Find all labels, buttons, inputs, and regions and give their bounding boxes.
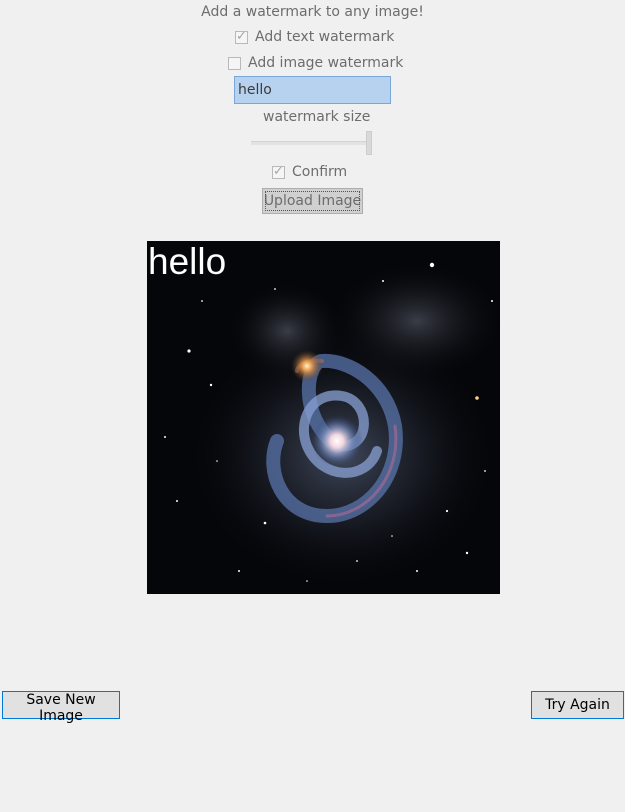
checkmark-icon: ✓: [273, 163, 284, 179]
upload-image-button[interactable]: Upload Image: [262, 188, 363, 214]
watermark-size-slider-track[interactable]: [251, 141, 371, 145]
try-again-button[interactable]: Try Again: [531, 691, 624, 719]
confirm-checkbox[interactable]: ✓: [272, 163, 285, 179]
image-watermark-checkbox[interactable]: [228, 56, 241, 70]
image-watermark-option[interactable]: Add image watermark: [228, 55, 403, 71]
watermark-size-label: watermark size: [263, 109, 371, 125]
confirm-label: Confirm: [292, 164, 348, 180]
checkmark-icon: ✓: [236, 28, 247, 44]
confirm-option[interactable]: ✓ Confirm: [272, 164, 347, 180]
text-watermark-label: Add text watermark: [255, 29, 395, 45]
image-preview: hello: [147, 241, 500, 594]
galaxy-image: [147, 241, 500, 594]
text-watermark-checkbox[interactable]: ✓: [235, 28, 248, 44]
watermark-size-slider-thumb[interactable]: [366, 131, 372, 155]
text-watermark-option[interactable]: ✓ Add text watermark: [235, 29, 394, 45]
app-title: Add a watermark to any image!: [201, 4, 424, 20]
watermark-overlay-text: hello: [148, 241, 227, 282]
save-new-image-button[interactable]: Save New Image: [2, 691, 120, 724]
watermark-text-input[interactable]: hello: [234, 76, 391, 104]
image-watermark-label: Add image watermark: [248, 55, 404, 71]
